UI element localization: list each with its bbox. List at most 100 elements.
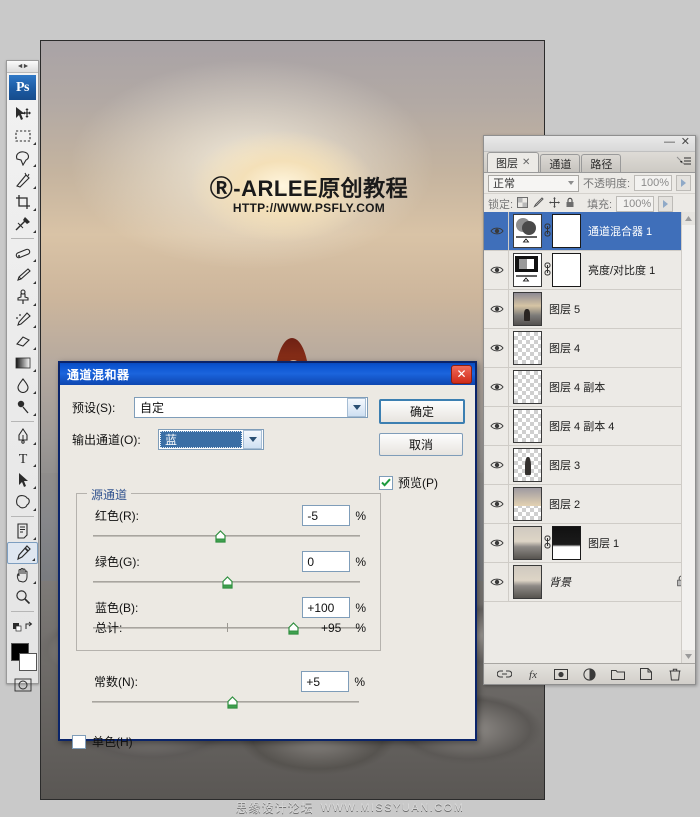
lock-image-pixels-icon[interactable] xyxy=(533,197,544,211)
pen-tool[interactable] xyxy=(7,425,38,447)
new-layer-button[interactable] xyxy=(638,666,655,682)
panel-minimize-icon[interactable]: — xyxy=(664,137,675,148)
red-slider[interactable] xyxy=(93,528,360,544)
notes-tool[interactable] xyxy=(7,520,38,542)
layers-panel[interactable]: — ✕ 图层 ✕ 通道 路径 正常 不透明度: 100% 锁定: 填充: 100… xyxy=(483,135,696,685)
red-slider-knob[interactable] xyxy=(214,530,227,543)
layer-visibility-toggle[interactable] xyxy=(486,251,509,289)
layer-row[interactable]: 图层 4 xyxy=(484,329,695,368)
blend-mode-select[interactable]: 正常 xyxy=(488,174,579,192)
layer-mask-thumbnail[interactable] xyxy=(552,253,581,287)
tab-close-icon[interactable]: ✕ xyxy=(522,157,530,168)
chevron-down-icon[interactable] xyxy=(347,398,366,417)
constant-row[interactable]: 常数(N): +5 % xyxy=(76,671,379,692)
magic-wand-tool[interactable] xyxy=(7,169,38,191)
lock-all-icon[interactable] xyxy=(565,197,575,211)
layer-row[interactable]: 亮度/对比度 1 xyxy=(484,251,695,290)
scroll-down-button[interactable] xyxy=(682,650,695,663)
hand-tool[interactable] xyxy=(7,564,38,586)
eraser-tool[interactable] xyxy=(7,330,38,352)
move-tool[interactable] xyxy=(7,103,38,125)
chevron-down-icon[interactable] xyxy=(243,430,262,449)
marquee-tool[interactable] xyxy=(7,125,38,147)
link-layers-button[interactable] xyxy=(496,666,513,682)
dodge-tool[interactable] xyxy=(7,396,38,418)
layer-visibility-toggle[interactable] xyxy=(486,524,509,562)
blur-tool[interactable] xyxy=(7,374,38,396)
quick-mask-button[interactable] xyxy=(7,675,38,695)
preview-row[interactable]: 预览(P) xyxy=(379,474,463,491)
layer-row[interactable]: 图层 2 xyxy=(484,485,695,524)
panel-menu-icon[interactable] xyxy=(676,156,692,170)
layer-visibility-toggle[interactable] xyxy=(486,563,509,601)
eyedropper-tool[interactable] xyxy=(7,542,38,564)
color-swatches[interactable] xyxy=(7,641,38,675)
blend-opacity-row[interactable]: 正常 不透明度: 100% xyxy=(484,173,695,194)
brush-tool[interactable] xyxy=(7,264,38,286)
green-value-input[interactable]: 0 xyxy=(302,551,351,572)
green-slider-knob[interactable] xyxy=(221,576,234,589)
lock-position-icon[interactable] xyxy=(549,197,561,211)
new-group-button[interactable] xyxy=(609,666,626,682)
constant-slider-knob[interactable] xyxy=(226,696,239,709)
green-slider-row[interactable]: 绿色(G): 0 % xyxy=(77,551,380,572)
clone-stamp-tool[interactable] xyxy=(7,286,38,308)
zoom-tool[interactable] xyxy=(7,586,38,608)
layer-visibility-toggle[interactable] xyxy=(486,446,509,484)
blue-value-input[interactable]: +100 xyxy=(302,597,351,618)
layer-row[interactable]: 图层 4 副本 xyxy=(484,368,695,407)
tab-channels[interactable]: 通道 xyxy=(540,154,581,172)
path-selection-tool[interactable] xyxy=(7,469,38,491)
blue-slider-row[interactable]: 蓝色(B): +100 % xyxy=(77,597,380,618)
default-colors-swap[interactable] xyxy=(7,615,38,637)
background-color-swatch[interactable] xyxy=(19,653,37,671)
constant-block[interactable]: 常数(N): +5 % xyxy=(76,671,379,710)
opacity-slider-button[interactable] xyxy=(676,175,691,191)
layer-visibility-toggle[interactable] xyxy=(486,407,509,445)
dialog-titlebar[interactable]: 通道混和器 ✕ xyxy=(60,363,475,385)
layer-row[interactable]: 通道混合器 1 xyxy=(484,212,695,251)
shape-tool[interactable] xyxy=(7,491,38,513)
ok-button[interactable]: 确定 xyxy=(379,399,465,424)
add-mask-button[interactable] xyxy=(553,666,570,682)
red-slider-row[interactable]: 红色(R): -5 % xyxy=(77,505,380,526)
lock-transparent-pixels-icon[interactable] xyxy=(517,197,529,211)
layer-row[interactable]: 图层 1 xyxy=(484,524,695,563)
fill-input[interactable]: 100% xyxy=(616,196,655,212)
output-channel-select[interactable]: 蓝 xyxy=(158,429,264,450)
delete-layer-button[interactable] xyxy=(666,666,683,682)
healing-brush-tool[interactable] xyxy=(7,242,38,264)
layer-link-icon[interactable] xyxy=(542,262,552,279)
layer-list[interactable]: 通道混合器 1 亮度/对比度 1 图层 5 图层 4 图层 4 副本 图层 4 副本 4 图… xyxy=(484,212,695,663)
layer-row[interactable]: 背景 xyxy=(484,563,695,602)
layer-mask-thumbnail[interactable] xyxy=(552,526,581,560)
gradient-tool[interactable] xyxy=(7,352,38,374)
panel-tab-bar[interactable]: 图层 ✕ 通道 路径 xyxy=(484,152,695,173)
monochrome-row[interactable]: 单色(H) xyxy=(72,733,133,750)
opacity-input[interactable]: 100% xyxy=(634,175,672,191)
layer-link-icon[interactable] xyxy=(542,535,552,552)
layer-style-button[interactable]: fx xyxy=(524,666,541,682)
constant-slider[interactable] xyxy=(92,694,359,710)
layer-visibility-toggle[interactable] xyxy=(486,329,509,367)
layer-row[interactable]: 图层 5 xyxy=(484,290,695,329)
panel-close-icon[interactable]: ✕ xyxy=(681,137,690,148)
panel-titlebar[interactable]: — ✕ xyxy=(484,136,695,152)
preset-select[interactable]: 自定 xyxy=(134,397,368,418)
layer-list-scrollbar[interactable] xyxy=(681,212,695,663)
monochrome-checkbox[interactable] xyxy=(72,734,86,749)
type-tool[interactable]: T xyxy=(7,447,38,469)
history-brush-tool[interactable] xyxy=(7,308,38,330)
preview-checkbox[interactable] xyxy=(379,475,393,490)
layer-visibility-toggle[interactable] xyxy=(486,485,509,523)
cancel-button[interactable]: 取消 xyxy=(379,433,463,456)
channel-mixer-dialog[interactable]: 通道混和器 ✕ 预设(S): 自定 输出通道(O): 蓝 源通道 红色(R): … xyxy=(58,361,477,749)
tab-paths[interactable]: 路径 xyxy=(581,154,622,172)
layer-link-icon[interactable] xyxy=(542,223,552,240)
lasso-tool[interactable] xyxy=(7,147,38,169)
adjustment-layer-button[interactable] xyxy=(581,666,598,682)
layer-row[interactable]: 图层 3 xyxy=(484,446,695,485)
layer-visibility-toggle[interactable] xyxy=(486,290,509,328)
toolbox-panel[interactable]: ◄► Ps T xyxy=(6,60,39,692)
layer-mask-thumbnail[interactable] xyxy=(552,214,581,248)
